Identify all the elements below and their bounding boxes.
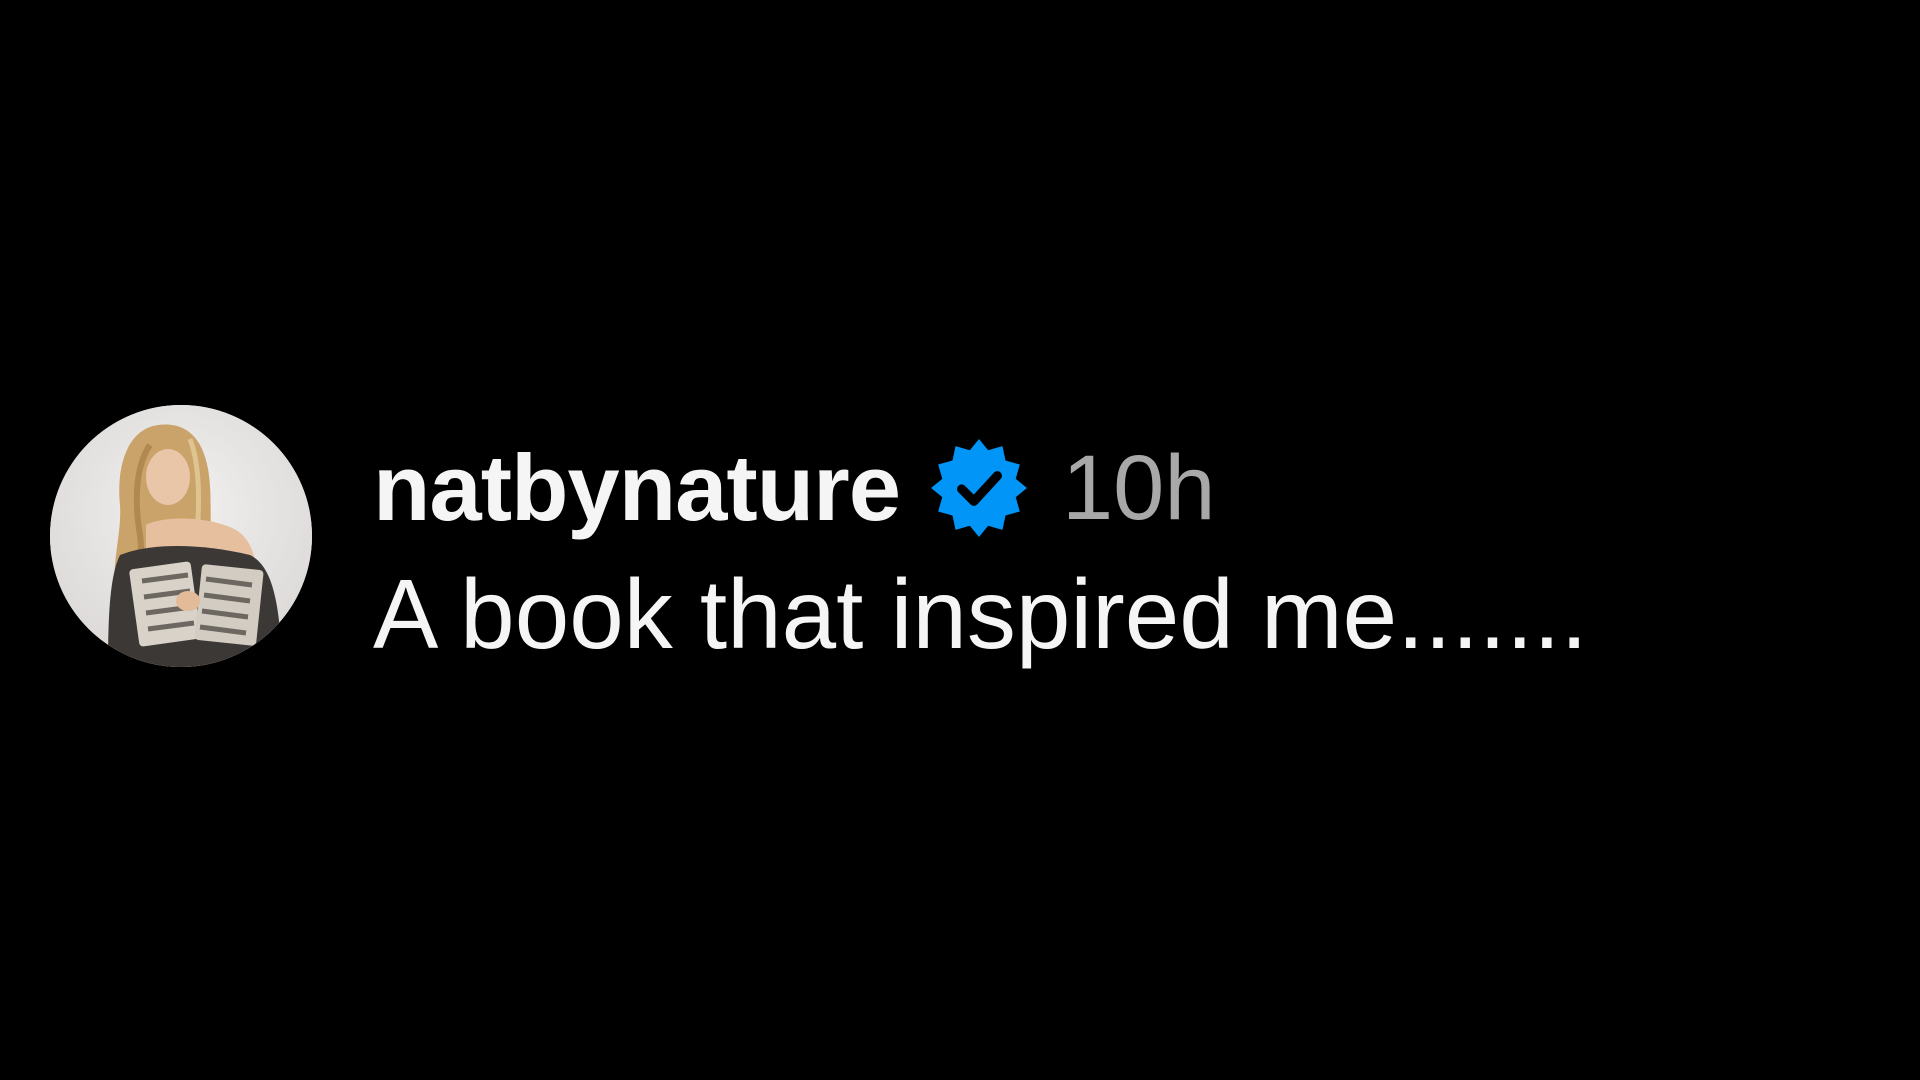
username-link[interactable]: natbynature [373,441,901,535]
avatar[interactable] [50,405,312,667]
verified-check-icon [928,437,1030,539]
comment-text: A book that inspired me....... [373,559,1588,669]
timestamp: 10h [1061,437,1216,539]
profile-photo-avatar [50,405,312,667]
comment-body: natbynature 10h A book that inspired me.… [373,433,1588,663]
comment-row: natbynature 10h A book that inspired me.… [50,405,1870,675]
comment-header: natbynature 10h [373,433,1588,543]
